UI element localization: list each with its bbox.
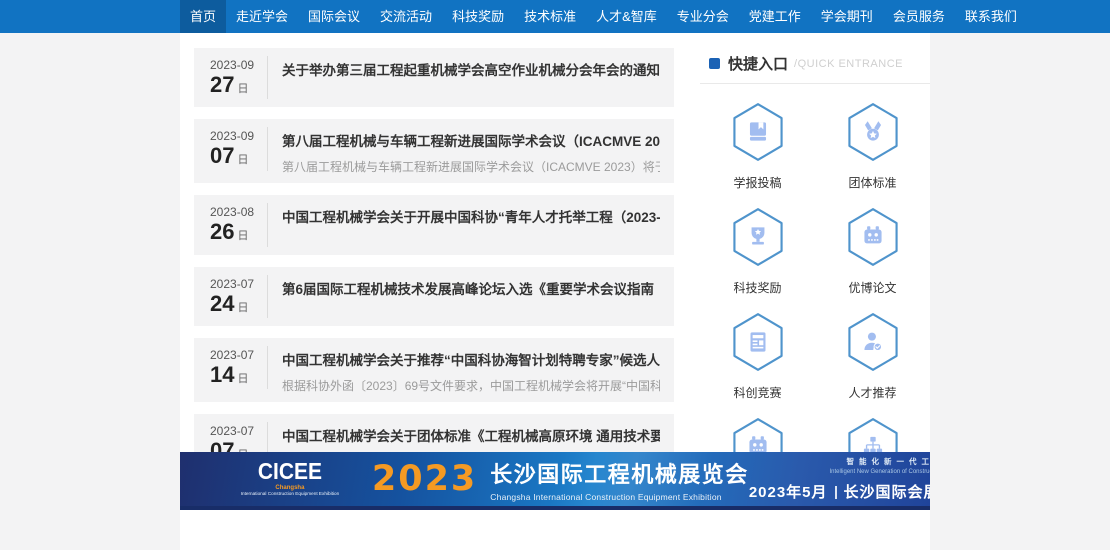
tech-award-trophy-icon: [731, 207, 785, 267]
nav-item-1[interactable]: 走近学会: [226, 0, 298, 33]
quick-entry-phd-thesis-robot[interactable]: 优博论文: [815, 201, 930, 306]
news-list-item[interactable]: 2023-08 26日 中国工程机械学会关于开展中国科协“青年人才托举工程（20…: [194, 195, 674, 254]
news-date-unit: 日: [237, 230, 248, 242]
quick-entry-label: 优博论文: [848, 279, 896, 296]
top-navigation: 首页走近学会国际会议交流活动科技奖励技术标准人才&智库专业分会党建工作学会期刊会…: [0, 0, 1110, 33]
news-date: 2023-07 24日: [208, 275, 268, 318]
quick-entry-label: 科创竞赛: [733, 384, 781, 401]
news-summary: 第八届工程机械与车辆工程新进展国际学术会议（ICACMVE 2023）将于202…: [282, 158, 660, 175]
news-title-link[interactable]: 中国工程机械学会关于团体标准《工程机械高原环境 通用技术要求》与《液压挖掘机能耗…: [282, 425, 660, 445]
quick-entrance-panel: 快捷入口 /QUICK ENTRANCE 学报投稿 团体标准 科技奖励 优博论文…: [700, 45, 930, 516]
talent-recommend-person-icon: [846, 312, 900, 372]
journal-submission-icon: [731, 102, 785, 162]
phd-thesis-robot-icon: [846, 207, 900, 267]
news-date-unit: 日: [237, 154, 248, 166]
news-date: 2023-08 26日: [208, 203, 268, 246]
exhibition-banner[interactable]: CICEE Changsha International Constructio…: [180, 452, 930, 510]
news-list-item[interactable]: 2023-09 07日 第八届工程机械与车辆工程新进展国际学术会议（ICACMV…: [194, 119, 674, 183]
news-title-link[interactable]: 中国工程机械学会关于推荐“中国科协海智计划特聘专家”候选人的通知: [282, 349, 660, 369]
quick-entry-label: 科技奖励: [733, 279, 781, 296]
news-date: 2023-09 27日: [208, 56, 268, 99]
nav-item-0[interactable]: 首页: [180, 0, 226, 33]
quick-entrance-header: 快捷入口 /QUICK ENTRANCE: [700, 45, 930, 84]
news-list: 2023-09 27日 关于举办第三届工程起重机械学会高空作业机械分会年会的通知…: [194, 48, 674, 485]
quick-entrance-title: 快捷入口: [728, 53, 788, 74]
nav-item-6[interactable]: 人才&智库: [586, 0, 667, 33]
news-title-link[interactable]: 第6届国际工程机械技术发展高峰论坛入选《重要学术会议指南（2023）》: [282, 278, 660, 298]
cicee-logo: CICEE Changsha International Constructio…: [232, 461, 348, 498]
news-date-unit: 日: [237, 373, 248, 385]
news-date-yearmonth: 2023-09: [210, 58, 261, 72]
nav-item-11[interactable]: 联系我们: [955, 0, 1027, 33]
news-list-item[interactable]: 2023-07 24日 第6届国际工程机械技术发展高峰论坛入选《重要学术会议指南…: [194, 267, 674, 326]
quick-entry-tech-award-trophy[interactable]: 科技奖励: [700, 201, 815, 306]
banner-title-en: Changsha International Construction Equi…: [490, 492, 749, 502]
news-date-unit: 日: [237, 302, 248, 314]
banner-tagline-cn: 智能化新一代工程机械: [749, 456, 930, 467]
banner-tagline-en: Intelligent New Generation of Constructi…: [749, 469, 930, 475]
news-date-day: 07日: [210, 143, 261, 168]
news-date-day: 26日: [210, 219, 261, 244]
news-date-yearmonth: 2023-07: [210, 348, 261, 362]
news-date-day: 24日: [210, 291, 261, 316]
nav-item-8[interactable]: 党建工作: [739, 0, 811, 33]
news-date-day: 14日: [210, 362, 261, 387]
news-date: 2023-07 14日: [208, 346, 268, 389]
group-standard-medal-icon: [846, 102, 900, 162]
news-date-day: 27日: [210, 72, 261, 97]
blue-square-bullet-icon: [709, 58, 720, 69]
main-content: 2023-09 27日 关于举办第三届工程起重机械学会高空作业机械分会年会的通知…: [180, 33, 930, 550]
nav-item-4[interactable]: 科技奖励: [442, 0, 514, 33]
nav-item-7[interactable]: 专业分会: [667, 0, 739, 33]
quick-entry-label: 学报投稿: [733, 174, 781, 191]
news-list-item[interactable]: 2023-07 14日 中国工程机械学会关于推荐“中国科协海智计划特聘专家”候选…: [194, 338, 674, 402]
news-date-yearmonth: 2023-09: [210, 129, 261, 143]
nav-item-3[interactable]: 交流活动: [370, 0, 442, 33]
quick-entry-journal-submission[interactable]: 学报投稿: [700, 96, 815, 201]
quick-entry-label: 人才推荐: [848, 384, 896, 401]
banner-title-cn: 长沙国际工程机械展览会: [490, 457, 749, 489]
news-summary: 根据科协外函〔2023〕69号文件要求，中国工程机械学会将开展“中国科协海智特聘…: [282, 377, 660, 394]
news-title-link[interactable]: 中国工程机械学会关于开展中国科协“青年人才托举工程（2023-2025年度）”候…: [282, 206, 660, 226]
quick-entry-group-standard-medal[interactable]: 团体标准: [815, 96, 930, 201]
quick-entry-sci-contest-document[interactable]: 科创竞赛: [700, 306, 815, 411]
nav-item-5[interactable]: 技术标准: [514, 0, 586, 33]
news-date-yearmonth: 2023-08: [210, 205, 261, 219]
banner-year: 2023: [372, 459, 477, 499]
nav-item-2[interactable]: 国际会议: [298, 0, 370, 33]
news-date-unit: 日: [237, 83, 248, 95]
quick-entry-talent-recommend-person[interactable]: 人才推荐: [815, 306, 930, 411]
news-date-yearmonth: 2023-07: [210, 424, 261, 438]
divider: [835, 486, 837, 499]
nav-item-9[interactable]: 学会期刊: [811, 0, 883, 33]
quick-entry-label: 团体标准: [848, 174, 896, 191]
news-date-yearmonth: 2023-07: [210, 277, 261, 291]
banner-date-venue: 2023年5月长沙国际会展中心: [749, 481, 930, 502]
news-title-link[interactable]: 第八届工程机械与车辆工程新进展国际学术会议（ICACMVE 2023）会议通知: [282, 130, 660, 150]
news-date: 2023-09 07日: [208, 127, 268, 170]
news-title-link[interactable]: 关于举办第三届工程起重机械学会高空作业机械分会年会的通知: [282, 59, 660, 79]
sci-contest-document-icon: [731, 312, 785, 372]
quick-entrance-subtitle: /QUICK ENTRANCE: [794, 58, 903, 70]
news-list-item[interactable]: 2023-09 27日 关于举办第三届工程起重机械学会高空作业机械分会年会的通知: [194, 48, 674, 107]
nav-item-10[interactable]: 会员服务: [883, 0, 955, 33]
